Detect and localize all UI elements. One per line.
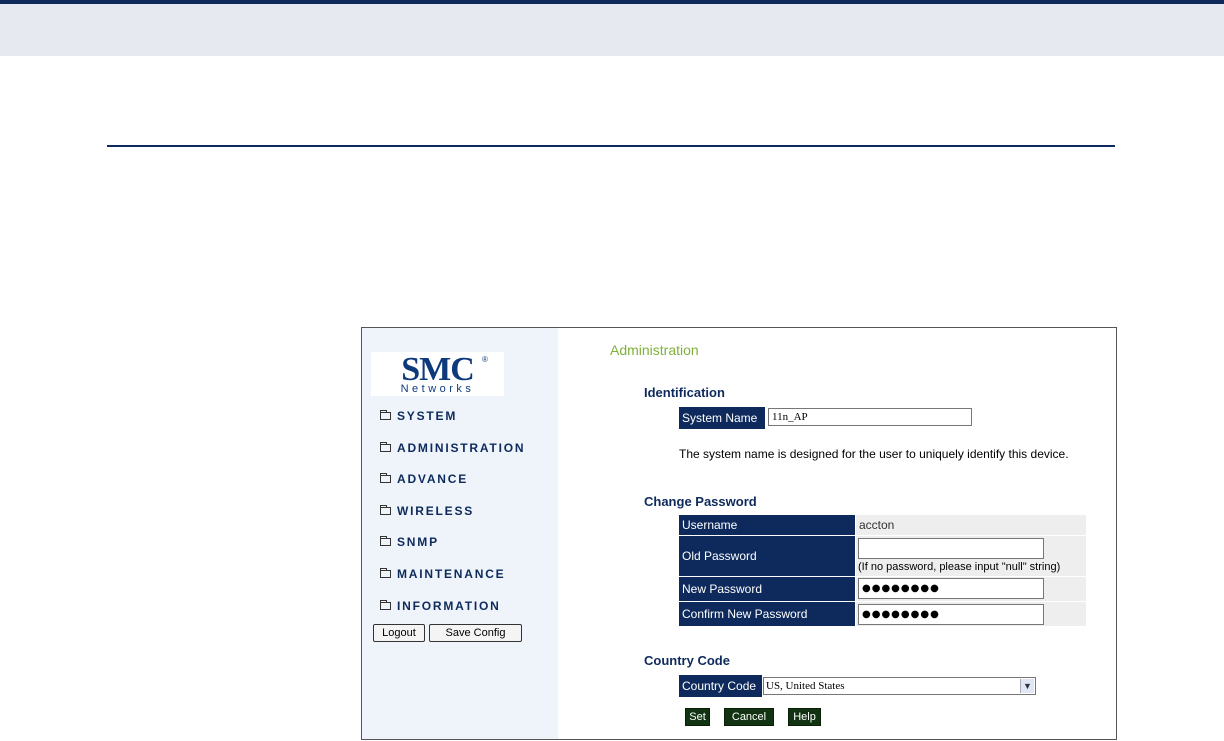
username-value: accton [859, 518, 895, 532]
help-button[interactable]: Help [788, 708, 821, 726]
country-code-label: Country Code [679, 675, 762, 697]
old-password-label: Old Password [679, 536, 855, 576]
smc-logo: SMC ® Networks [371, 351, 504, 396]
save-config-button[interactable]: Save Config [429, 624, 522, 642]
new-password-label: New Password [679, 577, 855, 601]
nav-item-information[interactable]: INFORMATION [380, 599, 501, 613]
page-title: Administration [610, 342, 699, 358]
old-password-input[interactable] [858, 538, 1044, 559]
nav-label: ADMINISTRATION [397, 441, 526, 455]
chevron-down-icon[interactable]: ▼ [1020, 679, 1034, 693]
nav-item-snmp[interactable]: SNMP [380, 535, 439, 549]
logout-button[interactable]: Logout [373, 624, 425, 642]
country-code-heading: Country Code [644, 653, 730, 668]
new-password-input[interactable]: ●●●●●●●● [858, 578, 1044, 599]
header-bar [0, 0, 1224, 56]
country-code-selected: US, United States [766, 680, 845, 692]
set-button[interactable]: Set [685, 708, 710, 726]
nav-label: ADVANCE [397, 472, 469, 486]
system-name-description: The system name is designed for the user… [679, 447, 1069, 461]
logo-subtitle: Networks [400, 383, 475, 395]
old-password-note: (If no password, please input "null" str… [858, 561, 1061, 573]
folder-icon [380, 600, 391, 610]
folder-icon [380, 410, 391, 420]
cancel-button[interactable]: Cancel [724, 708, 774, 726]
system-name-input[interactable]: 11n_AP [768, 408, 972, 426]
change-password-heading: Change Password [644, 494, 757, 509]
divider-rule [107, 145, 1115, 147]
nav-item-wireless[interactable]: WIRELESS [380, 504, 474, 518]
screenshot-frame: SMC ® Networks SYSTEM ADMINISTRATION ADV… [361, 327, 1117, 740]
folder-icon [380, 536, 391, 546]
sidebar: SMC ® Networks SYSTEM ADMINISTRATION ADV… [362, 328, 558, 739]
folder-icon [380, 473, 391, 483]
logo-registered-mark: ® [482, 355, 488, 364]
nav-item-maintenance[interactable]: MAINTENANCE [380, 567, 505, 581]
system-name-label: System Name [679, 407, 765, 429]
folder-icon [380, 505, 391, 515]
nav-label: SYSTEM [397, 409, 458, 423]
folder-icon [380, 568, 391, 578]
nav-label: MAINTENANCE [397, 567, 506, 581]
confirm-password-input[interactable]: ●●●●●●●● [858, 604, 1044, 625]
nav-label: SNMP [397, 535, 439, 549]
nav-label: INFORMATION [397, 599, 501, 613]
folder-icon [380, 442, 391, 452]
identification-heading: Identification [644, 385, 725, 400]
nav-item-system[interactable]: SYSTEM [380, 409, 457, 423]
nav-label: WIRELESS [397, 504, 475, 518]
confirm-password-label: Confirm New Password [679, 602, 855, 626]
username-label: Username [679, 515, 855, 535]
nav-item-administration[interactable]: ADMINISTRATION [380, 441, 525, 455]
country-code-select[interactable]: US, United States ▼ [763, 677, 1036, 695]
nav-item-advance[interactable]: ADVANCE [380, 472, 468, 486]
